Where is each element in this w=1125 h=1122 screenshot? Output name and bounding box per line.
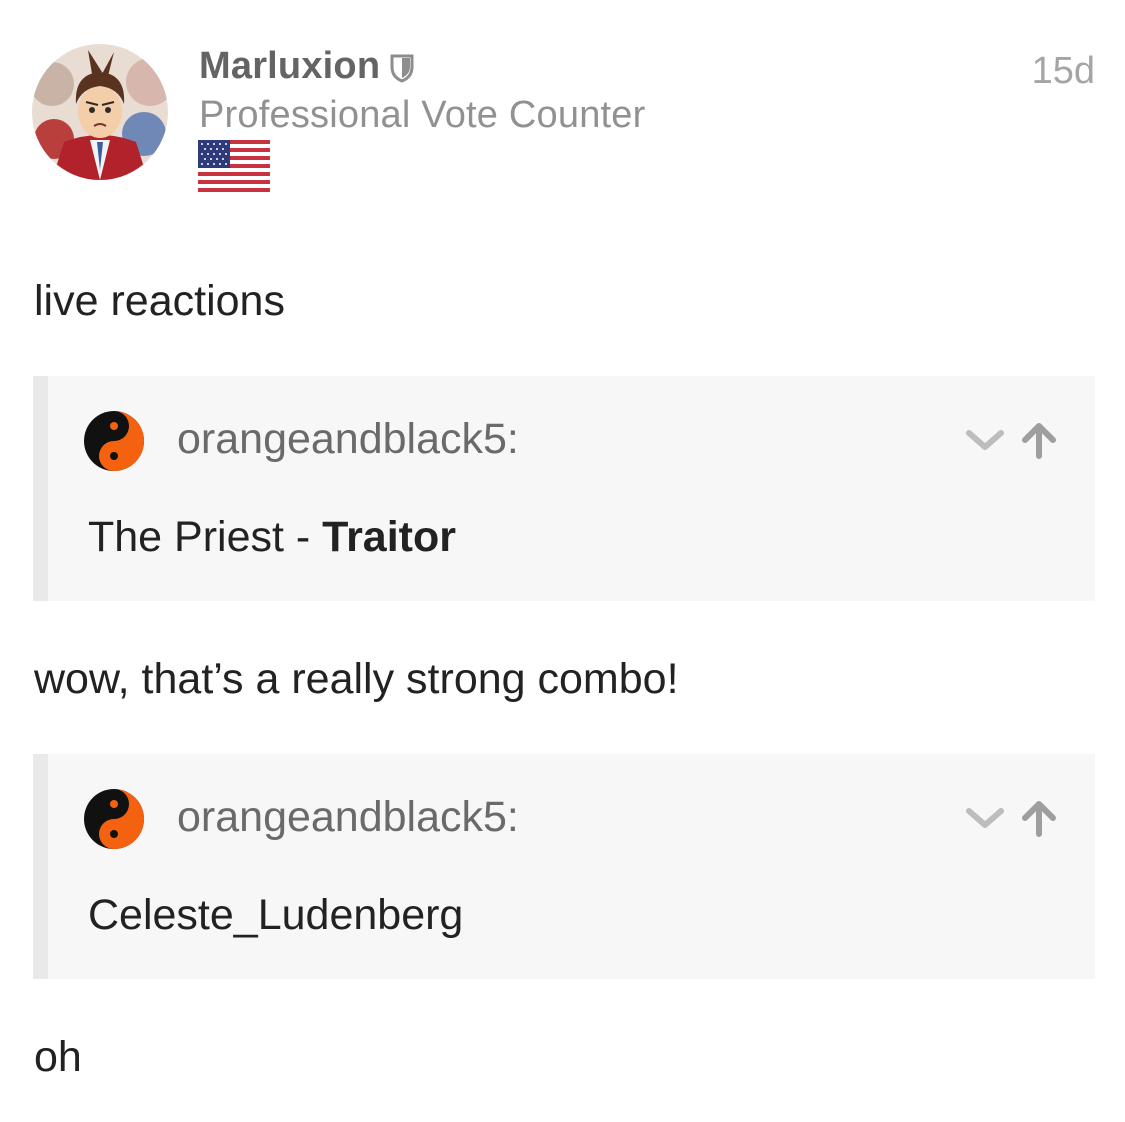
post-header: Marluxion Professional Vote Counter 15d <box>0 0 1125 220</box>
quote-block: orangeandblack5: Celeste_Ludenberg <box>33 754 1095 979</box>
post-paragraph: wow, that’s a really strong combo! <box>34 655 679 703</box>
username[interactable]: Marluxion <box>199 45 380 88</box>
quote-author[interactable]: orangeandblack5: <box>177 414 519 466</box>
go-to-quote-arrow-icon[interactable] <box>1019 420 1059 465</box>
quote-author[interactable]: orangeandblack5: <box>177 792 519 844</box>
user-avatar[interactable] <box>32 44 168 180</box>
yin-yang-avatar-icon[interactable] <box>83 410 145 472</box>
us-flag-icon <box>198 140 270 192</box>
post-age[interactable]: 15d <box>1032 50 1095 93</box>
quote-block: orangeandblack5: The Priest - Traitor <box>33 376 1095 601</box>
quote-body-text: The Priest - <box>88 513 323 561</box>
post-paragraph: live reactions <box>34 277 285 325</box>
quote-body-bold: Traitor <box>322 513 456 561</box>
expand-chevron-icon[interactable] <box>965 427 1005 458</box>
username-row: Marluxion <box>199 42 414 90</box>
yin-yang-avatar-icon[interactable] <box>83 788 145 850</box>
expand-chevron-icon[interactable] <box>965 805 1005 836</box>
quote-body: Celeste_Ludenberg <box>88 891 464 939</box>
quote-body: The Priest - Traitor <box>88 512 456 564</box>
go-to-quote-arrow-icon[interactable] <box>1019 798 1059 843</box>
quote-controls <box>965 798 1059 843</box>
user-title: Professional Vote Counter <box>199 94 646 136</box>
post-paragraph: oh <box>34 1033 82 1081</box>
shield-icon <box>390 53 414 83</box>
quote-controls <box>965 420 1059 465</box>
